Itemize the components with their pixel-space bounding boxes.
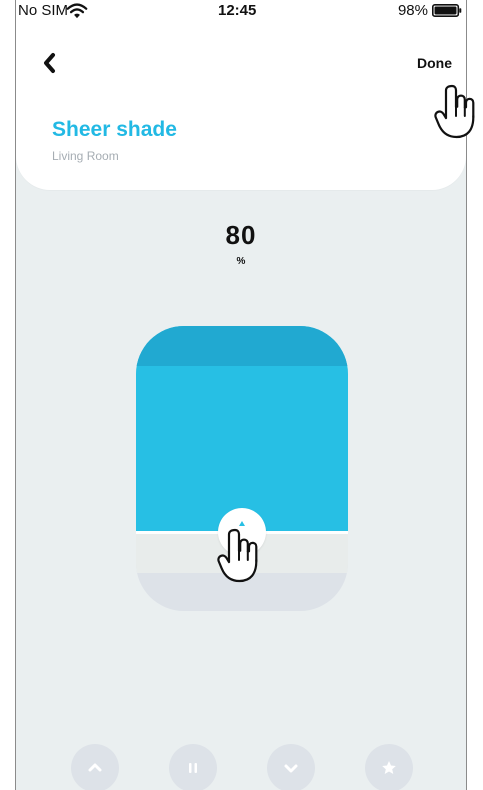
status-time: 12:45 — [218, 2, 257, 19]
battery-icon — [432, 4, 462, 17]
carrier-label: No SIM — [18, 2, 69, 19]
bottom-controls — [71, 744, 416, 790]
shade-drag-handle[interactable] — [218, 508, 266, 556]
chevron-down-icon — [284, 764, 298, 773]
header-card: No SIM 12:45 98% Done Sheer shade Living… — [16, 0, 466, 190]
shade-control-screen: No SIM 12:45 98% Done Sheer shade Living… — [15, 0, 467, 790]
back-button[interactable] — [38, 48, 62, 78]
shade-position-slider[interactable] — [136, 326, 348, 611]
room-name: Living Room — [52, 149, 119, 163]
favorite-position-button[interactable] — [365, 744, 413, 790]
pause-shade-button[interactable] — [169, 744, 217, 790]
status-bar: No SIM 12:45 98% — [16, 0, 466, 22]
shade-position-unit: % — [236, 256, 246, 267]
star-icon — [382, 761, 396, 774]
pause-icon — [189, 763, 197, 773]
open-shade-button[interactable] — [71, 744, 119, 790]
done-button[interactable]: Done — [417, 55, 452, 71]
device-name: Sheer shade — [52, 118, 177, 141]
close-shade-button[interactable] — [267, 744, 315, 790]
chevron-up-icon — [239, 521, 245, 526]
battery-percentage: 98% — [397, 2, 428, 19]
shade-position-value: 80 — [225, 220, 257, 250]
shade-headrail — [136, 326, 348, 366]
chevron-left-icon — [44, 53, 55, 73]
wifi-icon — [66, 3, 88, 19]
phone-frame: No SIM 12:45 98% Done Sheer shade Living… — [0, 0, 483, 790]
chevron-up-icon — [88, 763, 102, 772]
